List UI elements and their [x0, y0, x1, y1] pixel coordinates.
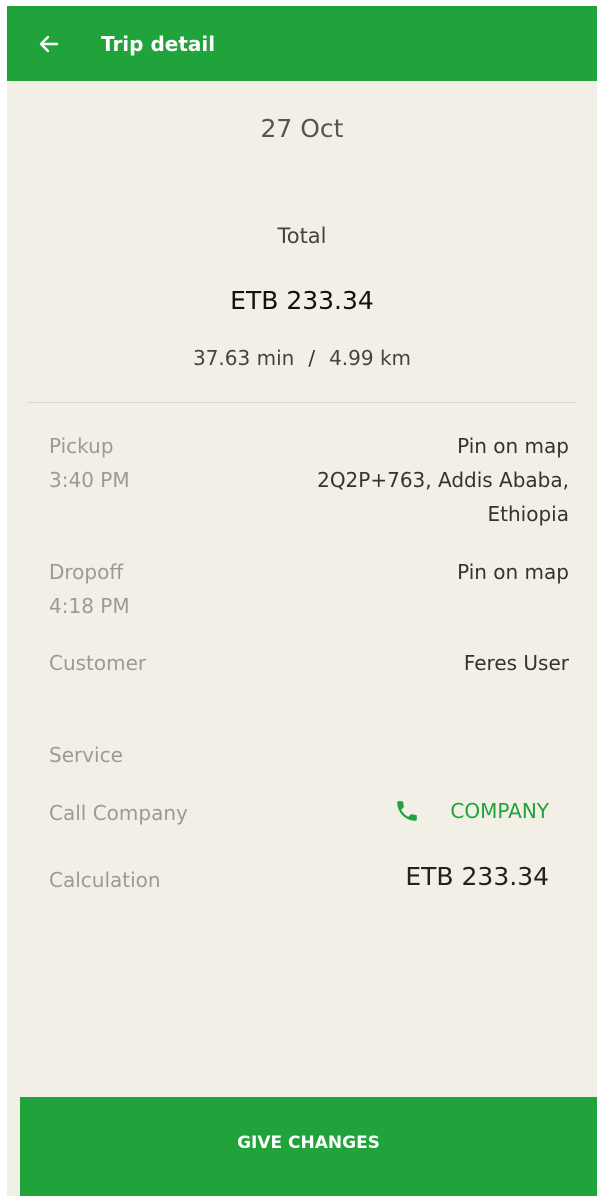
trip-duration: 37.63 min — [192, 346, 295, 370]
pickup-label: Pickup — [49, 434, 114, 458]
page-title: Trip detail — [101, 31, 216, 56]
divider — [27, 402, 577, 403]
calculation-label: Calculation — [49, 868, 161, 892]
trip-stats: 37.63 min / 4.99 km — [7, 346, 597, 370]
back-button[interactable] — [29, 24, 69, 64]
call-company-button-label: COMPANY — [450, 799, 549, 823]
phone-icon — [397, 801, 418, 821]
app-bar: Trip detail — [7, 6, 597, 81]
call-company-button[interactable]: COMPANY — [394, 798, 549, 824]
dropoff-location-title: Pin on map — [457, 560, 569, 584]
stats-separator: / — [308, 346, 316, 370]
calculation-value: ETB 233.34 — [405, 862, 549, 891]
total-label: Total — [277, 224, 327, 248]
pickup-time: 3:40 PM — [49, 468, 130, 492]
customer-label: Customer — [49, 651, 147, 675]
customer-value: Feres User — [463, 651, 569, 675]
pickup-location-title: Pin on map — [457, 434, 569, 458]
pickup-address-line2: Ethiopia — [487, 502, 569, 526]
service-label: Service — [49, 743, 123, 767]
trip-detail-screen: Trip detail 27 Oct Total ETB 233.34 37.6… — [7, 6, 597, 1196]
dropoff-label: Dropoff — [49, 560, 124, 584]
call-company-label: Call Company — [49, 801, 188, 825]
trip-distance: 4.99 km — [329, 346, 412, 370]
arrow-left-icon — [39, 35, 59, 52]
trip-date: 27 Oct — [260, 114, 344, 143]
give-changes-button[interactable]: GIVE CHANGES — [20, 1097, 597, 1196]
pickup-address-line1: 2Q2P+763, Addis Ababa, — [317, 468, 569, 492]
total-amount: ETB 233.34 — [230, 286, 374, 315]
dropoff-time: 4:18 PM — [49, 594, 130, 618]
